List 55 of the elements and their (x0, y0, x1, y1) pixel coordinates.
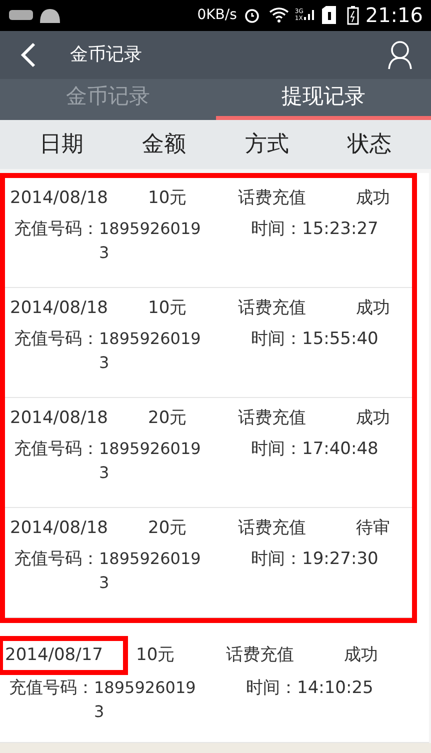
record-time: 14:10:25 (297, 677, 374, 700)
header-title: 金币记录 (70, 43, 142, 68)
sim-card-icon (321, 5, 338, 26)
record-date: 2014/08/18 (10, 406, 109, 430)
time-label: 时间： (251, 328, 302, 352)
record-amount: 10元 (136, 644, 176, 667)
record-status: 成功 (356, 186, 390, 210)
profile-button[interactable] (387, 40, 413, 70)
column-header: 方式 (244, 130, 290, 159)
battery-icon (347, 5, 360, 26)
phone-label: 充值号码： (14, 548, 99, 572)
time-label: 时间： (251, 548, 302, 572)
record-method: 话费充值 (238, 406, 307, 430)
phone-label: 充值号码： (9, 677, 94, 700)
phone-number: 18959260193 (94, 677, 197, 724)
signal-icon (303, 8, 316, 22)
record-date: 2014/08/18 (10, 186, 109, 210)
record-amount: 10元 (148, 296, 188, 320)
phone-number: 18959260193 (99, 328, 202, 374)
record-amount: 20元 (148, 516, 188, 540)
record-amount: 10元 (148, 186, 188, 210)
phone-label: 充值号码： (14, 438, 99, 462)
record-method: 话费充值 (238, 296, 307, 320)
record-amount: 20元 (148, 406, 188, 430)
record-date: 2014/08/18 (10, 296, 109, 320)
record-method: 话费充值 (238, 186, 307, 210)
column-header: 状态 (346, 130, 393, 159)
person-icon (387, 40, 413, 70)
network-speed: 0KB/s (197, 6, 237, 25)
time-label: 时间： (251, 218, 302, 242)
time-label: 时间： (246, 677, 297, 700)
back-icon (20, 42, 36, 68)
column-header: 金额 (141, 130, 188, 159)
record-status: 成功 (344, 644, 378, 667)
record-time: 15:23:27 (302, 218, 378, 242)
wifi-icon (268, 7, 289, 24)
record-status: 成功 (356, 406, 390, 430)
record-time: 15:55:40 (302, 328, 378, 352)
phone-number: 18959260193 (99, 548, 202, 594)
record-date: 2014/08/18 (10, 516, 109, 540)
record-method: 话费充值 (238, 516, 307, 540)
alarm-icon (242, 6, 261, 24)
record-status: 待审 (356, 516, 390, 540)
record-time: 17:40:48 (302, 438, 378, 462)
record-method: 话费充值 (226, 644, 295, 667)
time-label: 时间： (251, 438, 302, 462)
column-header: 日期 (38, 130, 84, 159)
phone-label: 充值号码： (14, 328, 99, 352)
record-status: 成功 (356, 296, 390, 320)
phone-label: 充值号码： (14, 218, 99, 242)
record-date: 2014/08/17 (0, 636, 128, 676)
clock: 21:16 (365, 2, 423, 30)
phone-number: 18959260193 (99, 438, 202, 484)
phone-number: 18959260193 (99, 218, 202, 264)
record-time: 19:27:30 (302, 548, 378, 572)
